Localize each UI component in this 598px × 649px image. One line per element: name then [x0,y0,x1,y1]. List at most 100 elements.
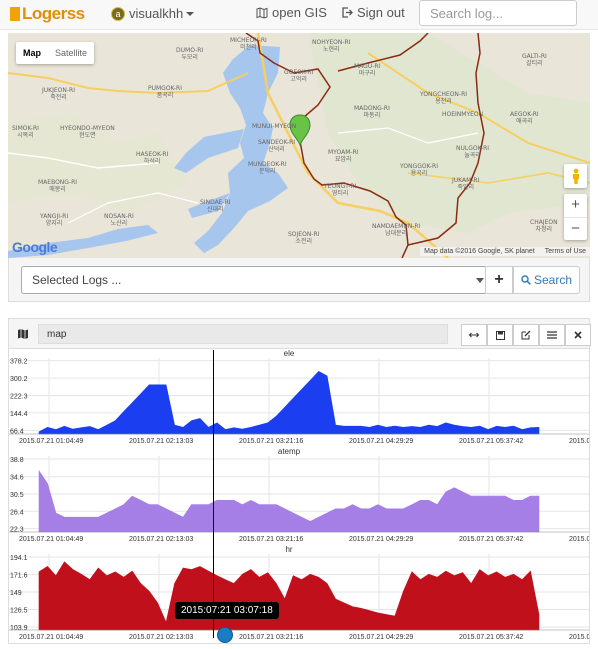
log-selector-bar: Selected Logs ... + Search [8,258,590,302]
x-tick-label: 2015.07.21 03:21:16 [239,536,303,543]
y-tick-label: 300.2 [10,376,28,383]
brand-logo[interactable]: Logerss [10,4,85,24]
close-button[interactable] [565,324,591,346]
chevron-down-icon [476,278,484,283]
map-label: SANDEOK-RI 산덕리 [258,139,296,153]
close-icon [574,331,582,339]
edit-button[interactable] [513,324,539,346]
map-label: MUNUI-MYEON [252,123,297,130]
x-tick-label: 2015.07.21 01:04:49 [19,438,83,445]
map-label: MUNDEOK-RI 문덕리 [248,161,287,175]
map-type-map[interactable]: Map [16,42,48,64]
selected-logs-placeholder: Selected Logs ... [32,273,122,287]
map-label: NULGOK-RI 눌곡리 [456,145,490,159]
map-label: NOSAN-RI 노산리 [104,213,134,227]
x-tick-label: 2015.07.21 05:37:42 [459,438,523,445]
log-charts[interactable]: ele66.4144.4222.3300.2378.22015.07.21 01… [9,349,594,644]
terms-link[interactable]: Terms of Use [545,248,586,255]
top-navbar: Logerss a visualkhh open GIS Sign out [0,0,598,30]
x-tick-label: 2015.07.21 01:04:49 [19,536,83,543]
zoom-control: + − [564,194,587,240]
x-tick-label: 2015.07.21 03:21:16 [239,634,303,641]
map-label: HYEONDO-MYEON 현도면 [60,125,115,139]
series-area-hr [38,561,540,631]
chart-title: hr [285,545,292,554]
sign-out-link[interactable]: Sign out [342,5,405,20]
chart-title: ele [284,350,295,358]
y-tick-label: 22.3 [10,527,24,534]
y-tick-label: 149 [10,590,22,597]
map-icon [18,329,28,339]
save-button[interactable] [487,324,513,346]
zoom-out-button[interactable]: − [564,217,587,240]
open-gis-link[interactable]: open GIS [256,5,327,20]
map-label: GOEOK-RI 고억리 [284,69,314,83]
map-label: JUKJEON-RI 죽전리 [42,87,75,101]
map-label: SINDAE-RI 신대리 [200,199,231,213]
y-tick-label: 222.3 [10,393,28,400]
map-label: YANGJI-RI 양지리 [40,213,69,227]
y-tick-label: 171.6 [10,572,28,579]
y-tick-label: 194.1 [10,555,28,562]
map-label: AEGOK-RI 애곡리 [510,111,539,125]
map-view[interactable]: Map Satellite MICHEON-RI 미천리 NOHYEON-RI 노현… [8,33,590,258]
map-label: NAMDAEMUN-RI 남대문리 [372,223,421,237]
username: visualkhh [129,6,184,21]
time-tooltip: 2015:07:21 03:07:18 [175,602,279,619]
map-type-control: Map Satellite [16,42,95,64]
map-label: HASEOK-RI 하석리 [136,151,169,165]
street-view-pegman-icon[interactable] [564,164,587,188]
map-label: NOHYEON-RI 노현리 [312,39,351,53]
arrows-horizontal-icon [469,332,479,338]
edit-icon [521,330,531,340]
google-logo: Google [12,239,58,255]
x-tick-label: 2015.07.21 03:21:16 [239,438,303,445]
timeline-slider-handle[interactable] [217,627,233,643]
search-input[interactable] [419,0,577,26]
user-menu[interactable]: a visualkhh [111,6,195,21]
map-label: JUKAM-RI 죽암리 [452,177,480,191]
x-tick-label: 2015.07.21 04:29:29 [349,536,413,543]
selected-logs-select[interactable]: Selected Logs ... [21,266,493,294]
sign-out-icon [342,7,353,18]
map-attribution: Map data ©2016 Google, SK planet Terms o… [420,247,590,256]
map-label: YEONGT-RI 영티리 [324,183,357,197]
search-button[interactable]: Search [513,266,580,294]
add-log-button[interactable]: + [485,266,513,294]
attribution-text: Map data ©2016 Google, SK planet [424,248,535,255]
map-type-satellite[interactable]: Satellite [48,42,94,64]
map-label: GALTI-RI 갈티리 [522,53,547,67]
map-label: MAGU-RI 마구리 [354,63,381,77]
y-tick-label: 26.4 [10,509,24,516]
chevron-down-icon [186,11,195,16]
map-label: SIMOK-RI 시목리 [12,125,39,139]
y-tick-label: 144.4 [10,411,28,418]
x-tick-label: 2015.07.21 01:04:49 [19,634,83,641]
open-gis-label: open GIS [272,5,327,20]
menu-button[interactable] [539,324,565,346]
brand-name: Logerss [22,4,85,23]
panel-title: map [38,324,448,344]
menu-icon [547,331,557,339]
zoom-in-button[interactable]: + [564,194,587,217]
y-tick-label: 103.9 [10,625,28,632]
map-label: MADONG-RI 마동리 [354,105,390,119]
map-label: MAEBONG-RI 매봉리 [38,179,78,193]
series-area-ele [38,371,540,435]
map-label: SOJEON-RI 소전리 [288,231,320,245]
expand-width-button[interactable] [461,324,487,346]
map-label: CHAJEON 차정리 [530,219,558,233]
map-terrain [8,33,590,258]
map-label: YONGCHEON-RI 용천리 [420,91,468,105]
y-tick-label: 38.8 [10,457,24,464]
charts-area[interactable]: ele 66.4 144.4 222.3 300.2 378.2 2015.07.21 01… [9,349,594,644]
series-area-atemp [38,469,540,533]
x-tick-label: 2015.07.21 04:29:29 [349,438,413,445]
x-tick-label: 2015.07.21 02:13:03 [129,438,193,445]
brand-mark-icon [10,7,20,21]
x-tick-label: 2015.07.21 02:13:03 [129,634,193,641]
x-tick-label: 2015.07 [569,438,589,445]
panel-header: map [9,319,591,349]
search-icon [521,275,531,285]
x-tick-label: 2015.07.21 02:13:03 [129,536,193,543]
